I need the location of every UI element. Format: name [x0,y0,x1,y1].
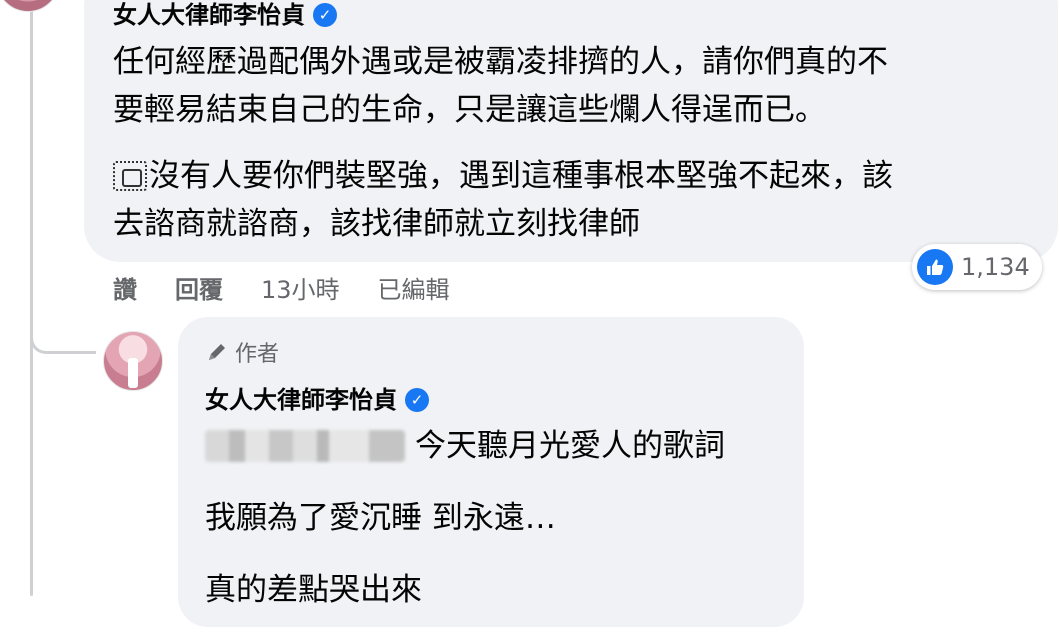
thread-connector-line [30,0,33,596]
reply-line-3: 真的差點哭出來 [205,572,422,608]
reply-text: 今天聽月光愛人的歌詞 我願為了愛沉睡 到永遠… 真的差點哭出來 [205,424,795,640]
commenter-avatar[interactable] [0,0,60,12]
reply-action-button[interactable]: 回覆 [175,270,223,305]
edited-label[interactable]: 已編輯 [378,270,450,305]
like-action-button[interactable]: 讚 [113,270,137,305]
reply-author-name[interactable]: 女人大律師李怡貞 [205,384,397,416]
reply-author-avatar[interactable] [103,331,163,391]
emoji-placeholder-icon [113,161,147,191]
blurred-mention [205,430,405,462]
comment-author-name[interactable]: 女人大律師李怡貞 [113,0,305,30]
verified-badge-icon: ✓ [313,3,337,27]
reaction-summary[interactable]: 1,134 [912,244,1042,290]
like-reaction-icon [917,249,953,285]
verified-badge-icon: ✓ [405,388,429,412]
comment-line-1: 任何經歷過配偶外遇或是被霸凌排擠的人，請你們真的不 [113,44,888,80]
comment-text: 任何經歷過配偶外遇或是被霸凌排擠的人，請你們真的不 要輕易結束自己的生命，只是讓… [113,38,1033,248]
reaction-count: 1,134 [961,253,1030,281]
reply-line-2: 我願為了愛沉睡 到永遠… [205,500,556,536]
comment-actions: 讚 回覆 13小時 已編輯 [113,270,450,304]
comment-author[interactable]: 女人大律師李怡貞 ✓ [113,0,337,30]
reply-line-1: 今天聽月光愛人的歌詞 [415,428,725,464]
reply-author[interactable]: 女人大律師李怡貞 ✓ [205,384,429,416]
author-pencil-icon [209,344,225,360]
comment-line-4: 去諮商就諮商，該找律師就立刻找律師 [113,206,640,242]
comment-line-3: 沒有人要你們裝堅強，遇到這種事根本堅強不起來，該 [149,158,893,194]
thread-connector-curve [30,318,96,354]
comment-timestamp[interactable]: 13小時 [261,270,340,305]
author-badge: 作者 [205,336,279,368]
author-badge-label: 作者 [235,342,280,367]
comment-line-2: 要輕易結束自己的生命，只是讓這些爛人得逞而已。 [113,92,826,128]
